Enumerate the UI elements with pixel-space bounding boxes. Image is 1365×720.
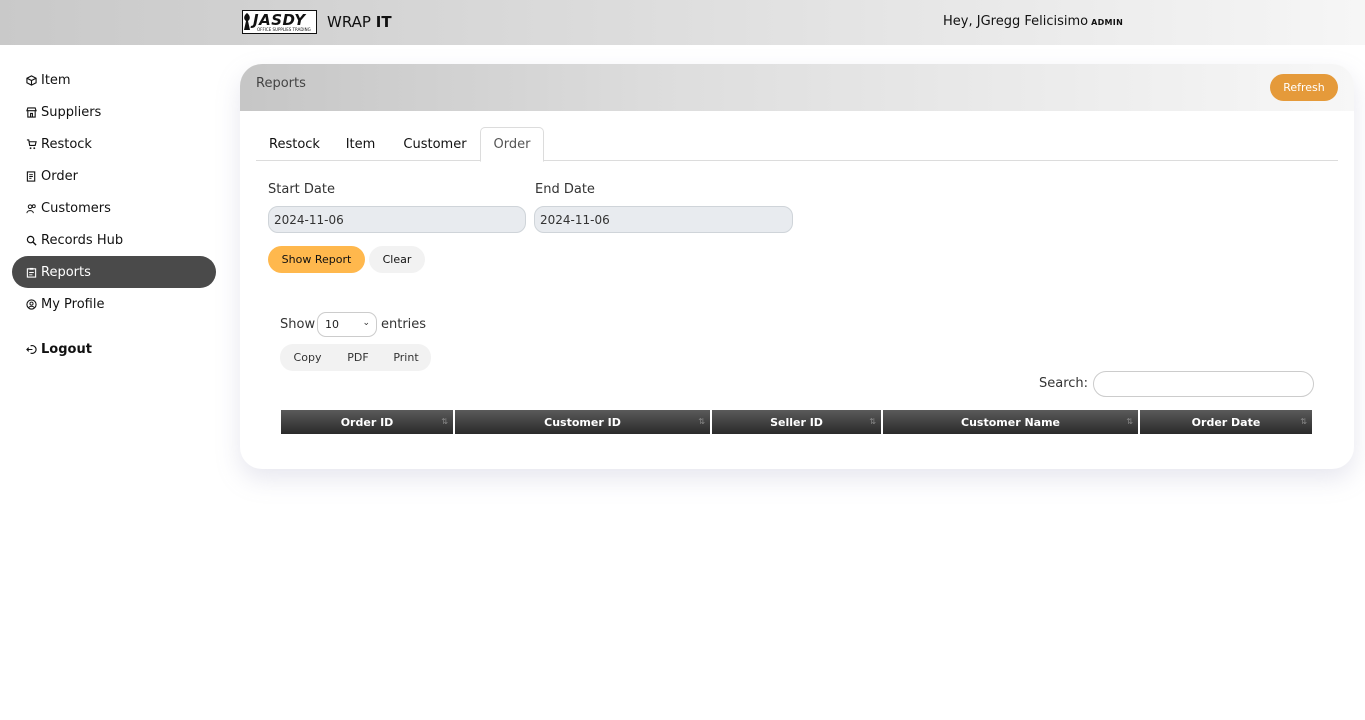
tab-customer[interactable]: Customer xyxy=(389,127,481,161)
clear-button[interactable]: Clear xyxy=(369,246,425,273)
print-button[interactable]: Print xyxy=(381,344,431,371)
column-header-customer-name[interactable]: Customer Name ⇅ xyxy=(883,410,1138,434)
tab-item[interactable]: Item xyxy=(333,127,388,161)
export-button-group: Copy PDF Print xyxy=(280,344,431,371)
reports-card: Reports Refresh Restock Item Customer Or… xyxy=(240,64,1354,469)
sidebar-item-order[interactable]: Order xyxy=(12,160,216,192)
tab-order[interactable]: Order xyxy=(480,127,544,162)
end-date-label: End Date xyxy=(535,182,595,197)
sidebar-item-label: My Profile xyxy=(41,296,105,312)
tab-restock[interactable]: Restock xyxy=(256,127,333,161)
chevron-down-icon: ⌄ xyxy=(362,318,370,328)
column-header-label: Customer ID xyxy=(544,415,621,429)
sidebar-item-label: Customers xyxy=(41,200,111,216)
column-header-label: Seller ID xyxy=(770,415,823,429)
sidebar-item-label: Order xyxy=(41,168,78,184)
cart-icon xyxy=(26,138,37,150)
store-icon xyxy=(26,106,37,118)
table-header: Order ID ⇅ Customer ID ⇅ Seller ID ⇅ Cus… xyxy=(281,410,1312,434)
sidebar-item-label: Item xyxy=(41,72,71,88)
sidebar-item-label: Restock xyxy=(41,136,92,152)
sidebar-item-reports[interactable]: Reports xyxy=(12,256,216,288)
search-input[interactable] xyxy=(1093,371,1314,397)
user-circle-icon xyxy=(26,298,37,310)
card-header: Reports Refresh xyxy=(240,64,1354,111)
sidebar-item-label: Suppliers xyxy=(41,104,102,120)
box-icon xyxy=(26,74,37,86)
logo-mark-icon xyxy=(244,13,250,30)
start-date-input[interactable]: 2024-11-06 xyxy=(268,206,526,233)
column-header-label: Order Date xyxy=(1191,415,1261,429)
show-label: Show xyxy=(280,317,316,332)
sort-icon: ⇅ xyxy=(1300,417,1307,426)
sort-icon: ⇅ xyxy=(1126,417,1133,426)
sidebar: Item Suppliers Restock Order Customers R… xyxy=(12,64,216,365)
end-date-input[interactable]: 2024-11-06 xyxy=(534,206,793,233)
brand-logo[interactable]: JASDY OFFICE SUPPLIES TRADING xyxy=(242,10,317,34)
greeting-text: Hey, JGregg Felicisimo xyxy=(943,14,1089,29)
app-name: WRAP IT xyxy=(327,13,392,31)
entries-select[interactable]: 10 ⌄ xyxy=(317,312,377,337)
logo-tagline: OFFICE SUPPLIES TRADING xyxy=(257,27,311,32)
sidebar-item-customers[interactable]: Customers xyxy=(12,192,216,224)
app-name-prefix: WRAP xyxy=(327,13,371,31)
users-icon xyxy=(26,203,37,214)
column-header-label: Order ID xyxy=(340,415,394,429)
refresh-button[interactable]: Refresh xyxy=(1270,74,1338,101)
sidebar-item-records-hub[interactable]: Records Hub xyxy=(12,224,216,256)
role-badge: ADMIN xyxy=(1091,18,1124,27)
search-label: Search: xyxy=(1039,376,1089,391)
sidebar-item-my-profile[interactable]: My Profile xyxy=(12,288,216,320)
report-tabs: Restock Item Customer Order xyxy=(256,127,1338,162)
top-bar: JASDY OFFICE SUPPLIES TRADING WRAP IT He… xyxy=(0,0,1365,45)
column-header-order-id[interactable]: Order ID ⇅ xyxy=(281,410,453,434)
column-header-seller-id[interactable]: Seller ID ⇅ xyxy=(712,410,881,434)
column-header-order-date[interactable]: Order Date ⇅ xyxy=(1140,410,1312,434)
entries-select-value: 10 xyxy=(325,318,339,331)
column-header-label: Customer Name xyxy=(961,415,1060,429)
entries-label: entries xyxy=(381,317,427,332)
copy-button[interactable]: Copy xyxy=(280,344,335,371)
pdf-button[interactable]: PDF xyxy=(335,344,381,371)
page-title: Reports xyxy=(256,76,306,91)
clipboard-icon xyxy=(26,267,37,278)
user-greeting: Hey, JGregg Felicisimo ADMIN xyxy=(943,14,1123,29)
app-name-suffix: IT xyxy=(375,13,392,31)
show-report-button[interactable]: Show Report xyxy=(268,246,365,273)
logout-label: Logout xyxy=(41,341,92,357)
sidebar-item-label: Records Hub xyxy=(41,232,124,248)
column-header-customer-id[interactable]: Customer ID ⇅ xyxy=(455,410,710,434)
sort-icon: ⇅ xyxy=(441,417,448,426)
logout-link[interactable]: Logout xyxy=(12,333,216,365)
sort-icon: ⇅ xyxy=(698,417,705,426)
receipt-icon xyxy=(26,170,37,182)
sidebar-item-item[interactable]: Item xyxy=(12,64,216,96)
sidebar-item-suppliers[interactable]: Suppliers xyxy=(12,96,216,128)
start-date-label: Start Date xyxy=(268,182,335,197)
logout-icon xyxy=(26,344,37,355)
sort-icon: ⇅ xyxy=(869,417,876,426)
search-icon xyxy=(26,235,37,246)
sidebar-item-restock[interactable]: Restock xyxy=(12,128,216,160)
sidebar-item-label: Reports xyxy=(41,264,91,280)
